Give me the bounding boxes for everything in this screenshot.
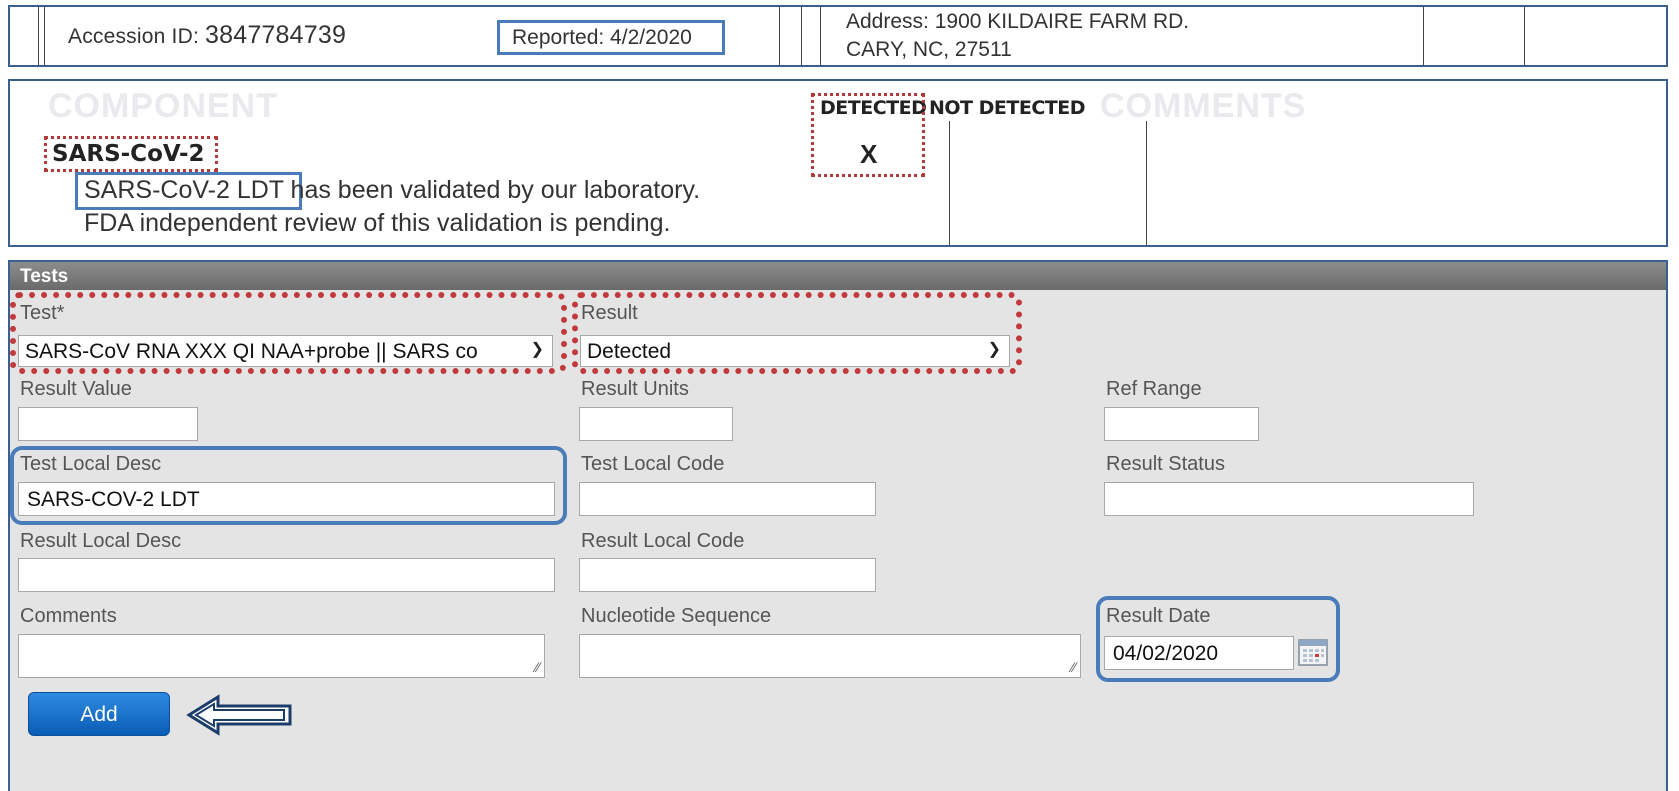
result-select-value: Detected (587, 340, 672, 363)
comments-textarea[interactable]: ∕∕ (18, 634, 545, 678)
result-status-input[interactable] (1104, 482, 1474, 516)
resize-handle-icon[interactable]: ∕∕ (535, 659, 540, 675)
result-label: Result (581, 302, 638, 324)
divider (1423, 7, 1424, 65)
divider (801, 7, 802, 65)
calendar-icon[interactable] (1298, 638, 1328, 666)
test-select[interactable]: SARS-CoV RNA XXX QI NAA+probe || SARS co… (18, 335, 553, 367)
result-local-desc-label: Result Local Desc (20, 530, 182, 552)
tests-title-bar: Tests (10, 262, 1666, 290)
reported-highlight: Reported: 4/2/2020 (497, 20, 725, 55)
result-status-label: Result Status (1106, 453, 1225, 475)
accession-id: Accession ID: 3847784739 (68, 21, 346, 50)
detected-mark: X (860, 139, 878, 169)
report-header: Accession ID: 3847784739 Reported: 4/2/2… (8, 5, 1668, 67)
arrow-left-icon (186, 694, 292, 736)
result-local-code-label: Result Local Code (581, 530, 745, 552)
lab-result-block: COMPONENT COMMENTS DETECTED NOT DETECTED… (8, 79, 1668, 247)
resize-handle-icon[interactable]: ∕∕ (1071, 659, 1076, 675)
accession-value: 3847784739 (205, 21, 347, 49)
result-units-input[interactable] (579, 407, 733, 441)
divider (1146, 121, 1147, 245)
result-local-desc-input[interactable] (18, 558, 555, 592)
test-label: Test* (20, 302, 65, 324)
test-local-desc-label: Test Local Desc (20, 453, 162, 475)
nucleotide-sequence-label: Nucleotide Sequence (581, 605, 772, 627)
nucleotide-sequence-textarea[interactable]: ∕∕ (579, 634, 1081, 678)
accession-label: Accession ID: (68, 25, 206, 48)
result-value-input[interactable] (18, 407, 198, 441)
result-value-label: Result Value (20, 378, 132, 400)
ref-range-input[interactable] (1104, 407, 1259, 441)
result-date-label: Result Date (1106, 605, 1211, 627)
chevron-down-icon: ❯ (530, 341, 544, 358)
desc-rest-text: has been validated by our laboratory. (283, 176, 701, 204)
reported-date: Reported: 4/2/2020 (512, 26, 692, 49)
test-local-desc-input[interactable]: SARS-COV-2 LDT (18, 482, 555, 516)
test-name: SARS-CoV-2 (52, 141, 205, 167)
chevron-down-icon: ❯ (987, 341, 1001, 358)
not-detected-column-header: NOT DETECTED (929, 97, 1085, 119)
divider (779, 7, 780, 65)
divider (820, 7, 821, 65)
comments-label: Comments (20, 605, 117, 627)
validation-note-line-2: FDA independent review of this validatio… (84, 209, 671, 237)
add-button[interactable]: Add (28, 692, 170, 736)
test-select-value: SARS-CoV RNA XXX QI NAA+probe || SARS co (25, 340, 478, 363)
tests-title: Tests (20, 266, 69, 287)
ref-range-label: Ref Range (1106, 378, 1202, 400)
result-date-input[interactable]: 04/02/2020 (1104, 636, 1294, 670)
desc-highlight-text: SARS-CoV-2 LDT (84, 176, 284, 204)
validation-note: SARS-CoV-2 LDT has been validated by our… (84, 176, 700, 205)
result-units-label: Result Units (581, 378, 689, 400)
test-local-code-label: Test Local Code (581, 453, 725, 475)
divider (1524, 7, 1525, 65)
divider (44, 7, 45, 65)
divider (38, 7, 39, 65)
faint-column-header: COMPONENT (48, 87, 278, 125)
address-line-2: CARY, NC, 27511 (846, 38, 1012, 61)
result-local-code-input[interactable] (579, 558, 876, 592)
address-line-1: Address: 1900 KILDAIRE FARM RD. (846, 10, 1190, 33)
result-select[interactable]: Detected ❯ (580, 335, 1010, 367)
faint-column-header: COMMENTS (1100, 87, 1307, 125)
test-local-code-input[interactable] (579, 482, 876, 516)
divider (949, 121, 950, 245)
